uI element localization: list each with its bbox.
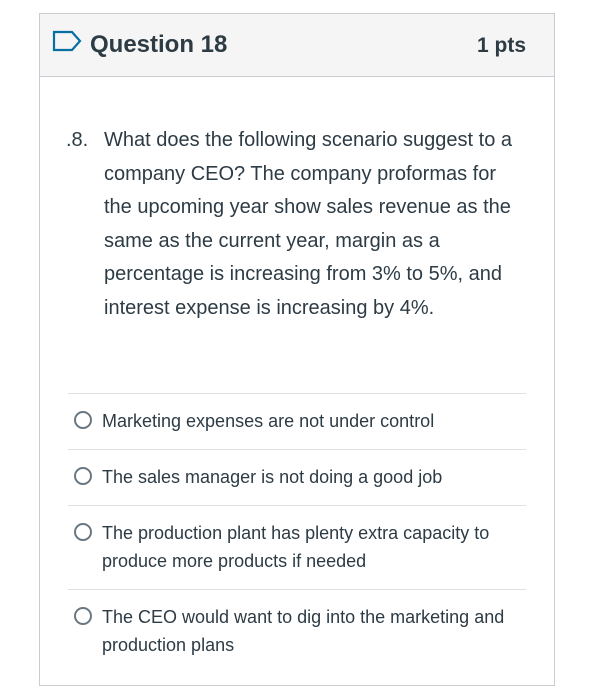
answer-option-3[interactable]: The production plant has plenty extra ca… [68, 506, 526, 590]
question-text: .8. What does the following scenario sug… [66, 124, 516, 325]
question-header: Question 18 1 pts [40, 14, 554, 77]
radio-button-icon[interactable] [74, 467, 92, 485]
answer-option-4[interactable]: The CEO would want to dig into the marke… [68, 590, 526, 673]
question-title: Question 18 [90, 31, 228, 58]
flag-icon[interactable] [52, 30, 82, 52]
answer-label[interactable]: The CEO would want to dig into the marke… [102, 603, 526, 659]
answer-list: Marketing expenses are not under control… [68, 393, 526, 673]
question-number: .8. [66, 129, 89, 151]
question-stem: What does the following scenario suggest… [104, 129, 513, 319]
radio-button-icon[interactable] [74, 411, 92, 429]
answer-label[interactable]: The sales manager is not doing a good jo… [102, 463, 442, 491]
answer-label[interactable]: The production plant has plenty extra ca… [102, 519, 526, 575]
question-points: 1 pts [476, 34, 526, 57]
answer-label[interactable]: Marketing expenses are not under control [102, 407, 434, 435]
answer-option-2[interactable]: The sales manager is not doing a good jo… [68, 450, 526, 506]
radio-button-icon[interactable] [74, 607, 92, 625]
radio-button-icon[interactable] [74, 523, 92, 541]
question-card: Question 18 1 pts .8. What does the foll… [39, 13, 555, 686]
answer-option-1[interactable]: Marketing expenses are not under control [68, 394, 526, 450]
